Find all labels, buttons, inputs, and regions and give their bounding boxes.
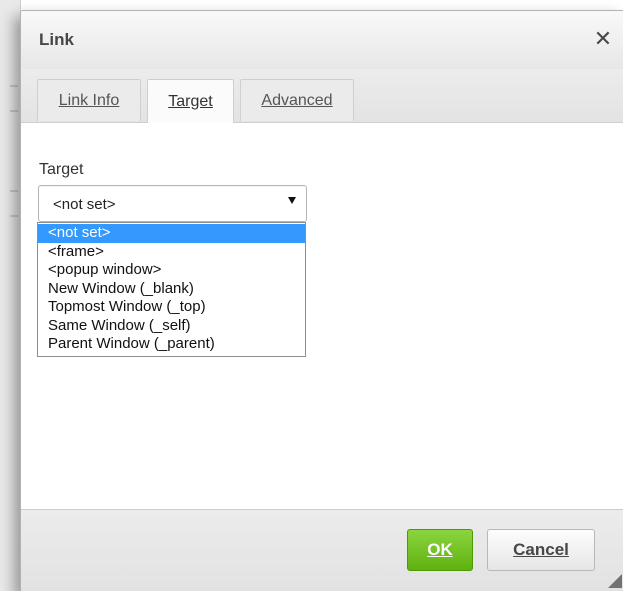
dialog-content: Target <not set> <not set> <frame> <popu…	[21, 123, 623, 510]
option-frame[interactable]: <frame>	[38, 243, 305, 262]
link-dialog: Link ✕ Link Info Target Advanced Target …	[20, 10, 623, 591]
editor-line	[10, 85, 18, 87]
tab-label: Advanced	[261, 91, 333, 109]
editor-line	[10, 110, 18, 112]
dialog-footer: OK Cancel	[21, 509, 623, 591]
dialog-titlebar[interactable]: Link ✕	[21, 11, 623, 70]
editor-line	[10, 215, 18, 217]
tab-link-info[interactable]: Link Info	[37, 79, 141, 121]
dropdown-arrow-icon[interactable]	[288, 197, 296, 204]
editor-line	[10, 190, 18, 192]
resize-handle-icon[interactable]	[608, 574, 622, 588]
target-select[interactable]: <not set>	[38, 185, 307, 222]
tab-label: Target	[168, 92, 213, 110]
target-select-value: <not set>	[53, 196, 116, 213]
option-same-window[interactable]: Same Window (_self)	[38, 317, 305, 336]
target-label: Target	[39, 161, 84, 178]
close-icon[interactable]: ✕	[592, 28, 614, 50]
tab-bar: Link Info Target Advanced	[21, 69, 623, 123]
option-not-set[interactable]: <not set>	[38, 224, 305, 243]
ok-button[interactable]: OK	[407, 529, 473, 571]
option-new-window[interactable]: New Window (_blank)	[38, 280, 305, 299]
option-topmost-window[interactable]: Topmost Window (_top)	[38, 298, 305, 317]
page: Link ✕ Link Info Target Advanced Target …	[0, 0, 623, 591]
tab-target[interactable]: Target	[147, 79, 234, 123]
target-options-list: <not set> <frame> <popup window> New Win…	[37, 222, 306, 357]
tab-advanced[interactable]: Advanced	[240, 79, 354, 121]
option-parent-window[interactable]: Parent Window (_parent)	[38, 335, 305, 354]
option-popup-window[interactable]: <popup window>	[38, 261, 305, 280]
editor-background	[0, 0, 21, 591]
cancel-button[interactable]: Cancel	[487, 529, 595, 571]
tab-label: Link Info	[58, 91, 120, 109]
dialog-title: Link	[39, 30, 74, 49]
